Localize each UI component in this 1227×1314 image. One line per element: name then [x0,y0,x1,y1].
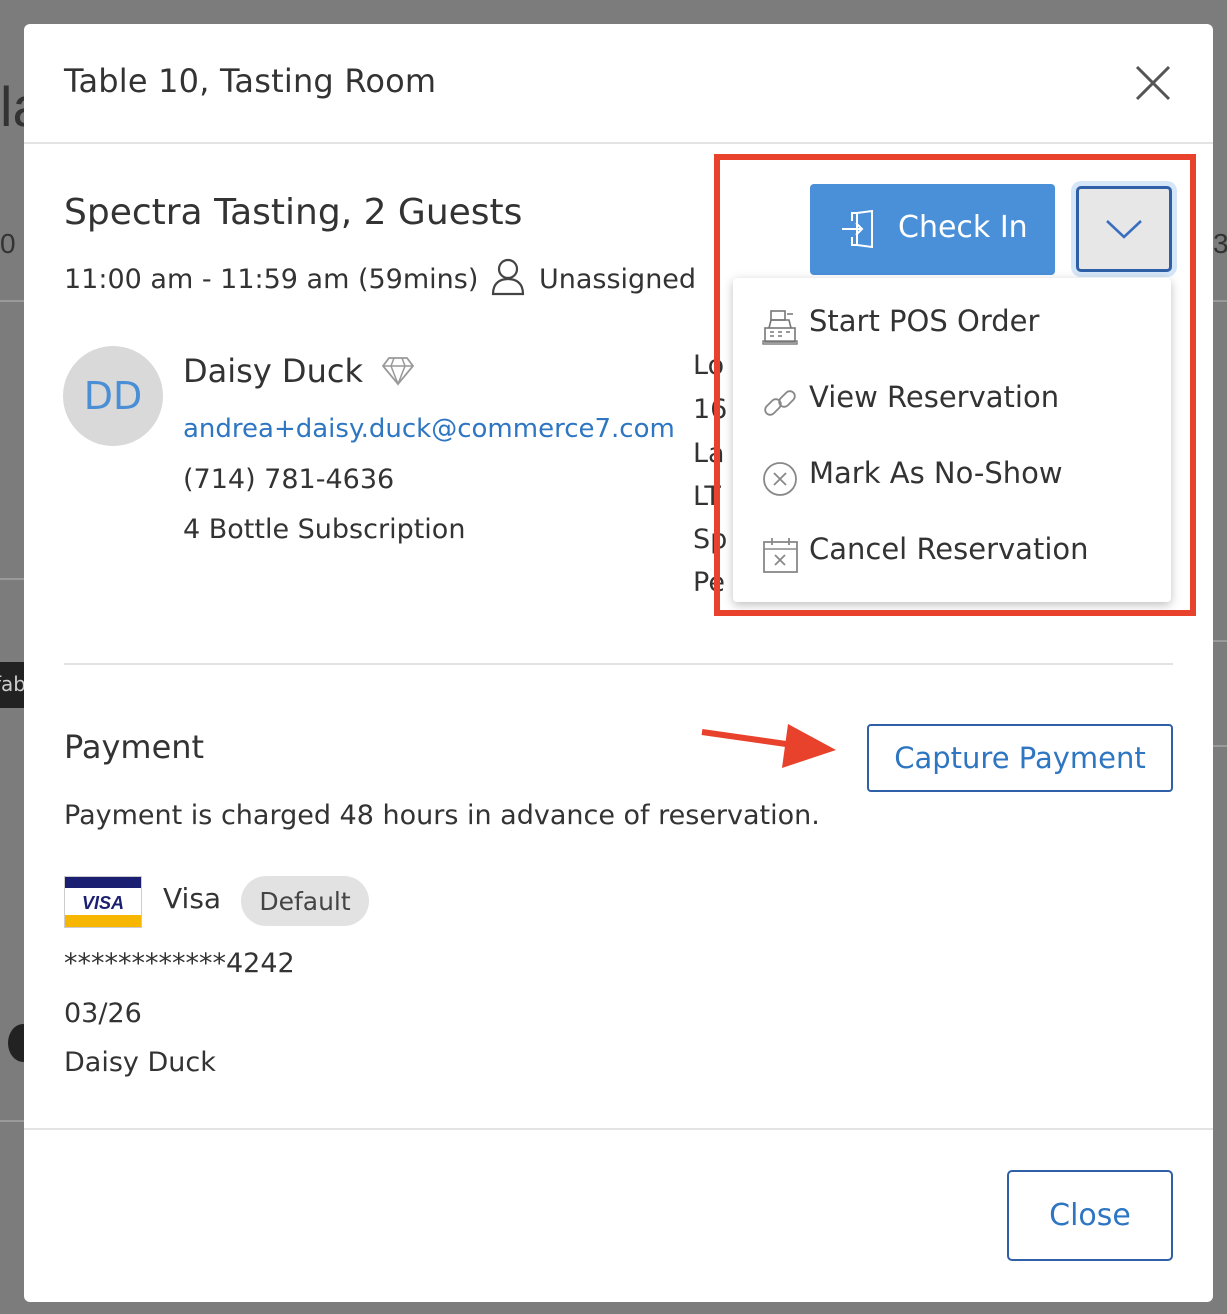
footer-divider [24,1128,1213,1130]
customer-subscription: 4 Bottle Subscription [183,514,466,545]
assignee-label[interactable]: Unassigned [539,264,696,295]
customer-name[interactable]: Daisy Duck [183,352,363,390]
card-brand: Visa [163,882,222,915]
customer-email-link[interactable]: andrea+daisy.duck@commerce7.com [183,414,675,444]
person-icon [491,258,525,296]
visa-logo-text: VISA [82,893,124,913]
payment-section-title: Payment [64,728,205,766]
payment-note: Payment is charged 48 hours in advance o… [64,800,820,831]
customer-phone: (714) 781-4636 [183,464,395,495]
reservation-time: 11:00 am - 11:59 am (59mins) [64,264,479,295]
reservation-modal: Table 10, Tasting Room Spectra Tasting, … [24,24,1213,1302]
modal-title: Table 10, Tasting Room [64,62,437,100]
background-text-fragment: 3 [1213,228,1227,259]
background-text-fragment: 0 [0,228,16,259]
visa-card-icon: VISA [64,876,142,928]
reservation-title: Spectra Tasting, 2 Guests [64,192,523,233]
card-holder-name: Daisy Duck [64,1047,216,1078]
modal-header: Table 10, Tasting Room [24,24,1213,144]
close-button[interactable]: Close [1007,1170,1173,1261]
background-divider [0,578,24,580]
card-expiry: 03/26 [64,998,142,1029]
background-divider [0,1120,24,1122]
background-divider [1213,745,1227,747]
background-divider [1213,300,1227,302]
background-divider [1213,640,1227,642]
annotation-arrow-icon [701,724,836,768]
background-divider [0,300,24,302]
annotation-highlight-box [714,154,1196,616]
default-badge: Default [241,876,369,926]
card-number: ************4242 [64,948,295,979]
background-text-fragment: la [0,75,24,138]
background-tab-label: fab [0,672,24,696]
capture-payment-button[interactable]: Capture Payment [867,724,1173,792]
background-tab-fragment: fab [0,662,24,708]
avatar: DD [63,346,163,446]
section-divider [64,663,1173,665]
diamond-icon [381,357,415,386]
close-icon[interactable] [1134,64,1172,102]
